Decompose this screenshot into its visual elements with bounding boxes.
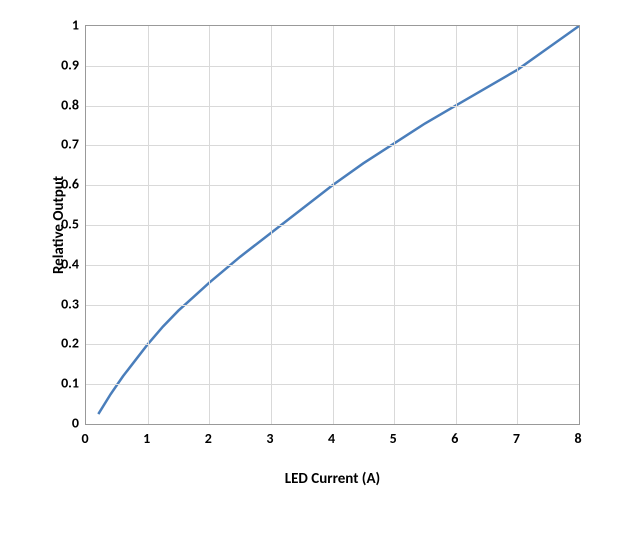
x-tick-label: 7	[513, 430, 520, 447]
grid-line-horizontal	[86, 185, 579, 186]
y-tick-label: 0.9	[39, 56, 79, 73]
grid-line-horizontal	[86, 265, 579, 266]
plot-area	[85, 25, 580, 425]
chart-container: Relative Output LED Current (A) 01234567…	[0, 0, 619, 536]
x-tick-label: 8	[574, 430, 581, 447]
y-tick-label: 0.7	[39, 136, 79, 153]
x-axis-title: LED Current (A)	[85, 470, 580, 488]
x-tick-label: 6	[451, 430, 458, 447]
grid-line-horizontal	[86, 106, 579, 107]
x-tick-label: 3	[266, 430, 273, 447]
y-tick-label: 0.6	[39, 176, 79, 193]
data-series-line	[98, 26, 579, 414]
x-tick-label: 5	[390, 430, 397, 447]
grid-line-horizontal	[86, 384, 579, 385]
grid-line-horizontal	[86, 225, 579, 226]
y-tick-label: 0	[39, 415, 79, 432]
y-tick-label: 0.4	[39, 255, 79, 272]
grid-line-horizontal	[86, 66, 579, 67]
x-tick-label: 0	[81, 430, 88, 447]
y-tick-label: 0.5	[39, 216, 79, 233]
grid-line-horizontal	[86, 145, 579, 146]
y-tick-label: 1	[39, 17, 79, 34]
grid-line-horizontal	[86, 344, 579, 345]
grid-line-horizontal	[86, 305, 579, 306]
x-tick-label: 2	[205, 430, 212, 447]
x-tick-label: 4	[328, 430, 335, 447]
y-tick-label: 0.2	[39, 335, 79, 352]
y-tick-label: 0.8	[39, 96, 79, 113]
y-tick-label: 0.1	[39, 375, 79, 392]
y-tick-label: 0.3	[39, 295, 79, 312]
x-tick-label: 1	[143, 430, 150, 447]
